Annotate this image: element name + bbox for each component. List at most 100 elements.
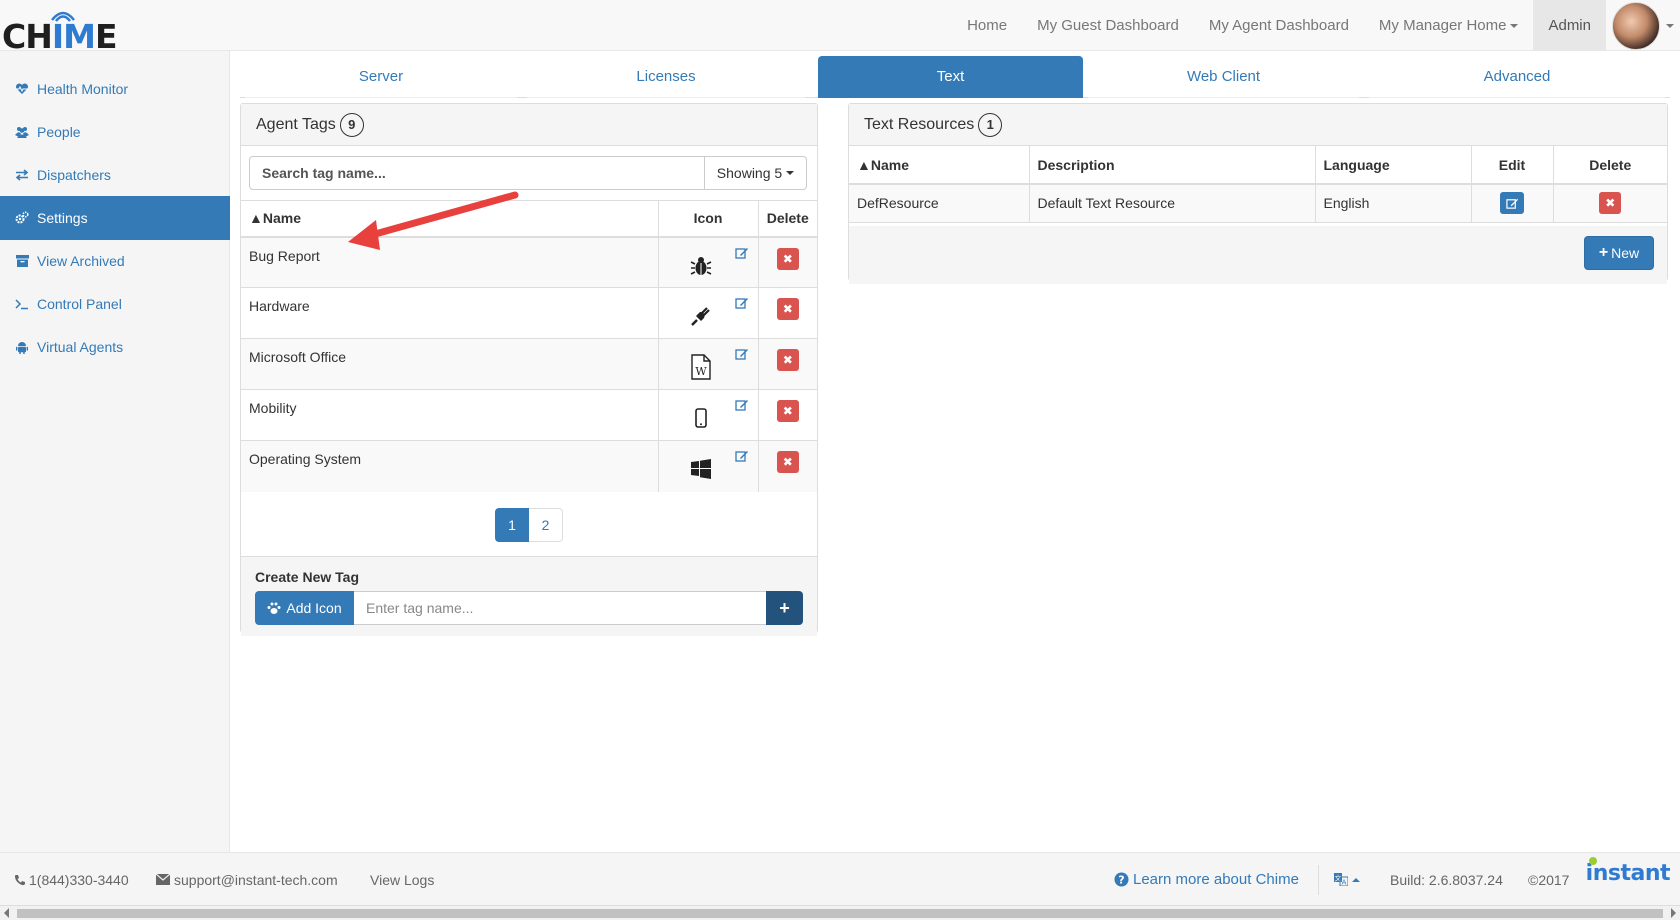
sidebar-item-control-panel[interactable]: Control Panel — [0, 282, 230, 326]
page-link-1[interactable]: 1 — [495, 508, 529, 542]
column-header-name[interactable]: ▲Name — [849, 146, 1029, 185]
add-icon-button[interactable]: Add Icon — [255, 591, 354, 625]
page-link-2[interactable]: 2 — [529, 508, 563, 542]
logo-text: CHIME — [2, 17, 117, 56]
page-footer: 1(844)330-3440 support@instant-tech.com … — [0, 852, 1680, 905]
table-row: Bug Report ✖ — [241, 236, 817, 288]
sidebar-item-health-monitor[interactable]: Health Monitor — [0, 67, 230, 111]
column-header-icon: Icon — [657, 200, 758, 238]
sidebar: Health Monitor People Dispatchers Settin… — [0, 51, 230, 852]
language-selector[interactable]: 文A — [1334, 853, 1360, 906]
nav-manager-home[interactable]: My Manager Home — [1364, 0, 1534, 51]
showing-dropdown[interactable]: Showing 5 — [705, 156, 807, 190]
text-resources-footer: + New — [849, 226, 1667, 284]
nav-admin[interactable]: Admin — [1533, 0, 1606, 51]
sidebar-item-dispatchers[interactable]: Dispatchers — [0, 153, 230, 197]
column-header-delete: Delete — [757, 200, 817, 238]
sidebar-item-label: Control Panel — [37, 296, 122, 312]
tag-search-input[interactable] — [249, 156, 705, 190]
edit-tag-icon[interactable] — [734, 246, 750, 262]
pagination: 1 2 — [495, 508, 563, 542]
resource-description: Default Text Resource — [1028, 184, 1315, 223]
scrollbar-thumb[interactable] — [17, 909, 1663, 918]
edit-tag-icon[interactable] — [734, 296, 750, 312]
delete-tag-button[interactable]: ✖ — [776, 298, 799, 320]
horizontal-scrollbar[interactable] — [0, 905, 1680, 920]
tag-search-group: Showing 5 — [249, 156, 807, 190]
tag-name: Operating System — [241, 440, 658, 492]
users-icon — [15, 125, 29, 139]
heartbeat-icon — [15, 82, 29, 96]
terminal-icon — [15, 297, 29, 311]
language-icon: 文A — [1334, 873, 1348, 886]
delete-tag-button[interactable]: ✖ — [776, 400, 799, 422]
envelope-icon — [156, 874, 170, 885]
edit-icon — [1505, 198, 1518, 209]
count-badge: 1 — [978, 112, 1003, 137]
delete-tag-button[interactable]: ✖ — [776, 349, 799, 371]
svg-text:W: W — [695, 365, 707, 378]
question-circle-icon: ? — [1114, 872, 1129, 887]
footer-divider — [1318, 865, 1319, 895]
count-badge: 9 — [339, 112, 364, 137]
instant-logo[interactable]: instant — [1586, 857, 1671, 886]
table-row: DefResource Default Text Resource Englis… — [849, 184, 1667, 223]
plus-icon: + — [1598, 244, 1609, 261]
learn-more-link[interactable]: ? Learn more about Chime — [1114, 853, 1299, 906]
sidebar-item-view-archived[interactable]: View Archived — [0, 239, 230, 283]
view-logs-link[interactable]: View Logs — [370, 853, 434, 906]
sidebar-item-virtual-agents[interactable]: Virtual Agents — [0, 325, 230, 369]
delete-tag-button[interactable]: ✖ — [776, 247, 799, 270]
delete-resource-button[interactable]: ✖ — [1599, 192, 1622, 215]
sidebar-item-label: Virtual Agents — [37, 339, 124, 355]
scroll-left-icon[interactable] — [4, 908, 9, 918]
column-header-name[interactable]: ▲Name — [241, 200, 658, 238]
nav-guest-dashboard[interactable]: My Guest Dashboard — [1022, 0, 1194, 51]
plug-icon — [687, 302, 715, 330]
nav-home[interactable]: Home — [952, 0, 1022, 51]
top-nav-links: Home My Guest Dashboard My Agent Dashboa… — [952, 0, 1680, 51]
delete-tag-button[interactable]: ✖ — [776, 451, 799, 473]
email-contact[interactable]: support@instant-tech.com — [156, 853, 338, 906]
caret-down-icon — [1510, 24, 1519, 29]
caret-down-icon — [1666, 23, 1674, 28]
edit-tag-icon[interactable] — [734, 398, 750, 414]
paw-icon — [267, 602, 281, 614]
text-resources-header: Text Resources 1 — [849, 104, 1667, 146]
tab-server[interactable]: Server — [240, 56, 522, 98]
windows-icon — [687, 455, 715, 483]
svg-text:A: A — [1342, 879, 1347, 887]
new-resource-button[interactable]: + New — [1584, 236, 1654, 270]
column-header-edit: Edit — [1470, 146, 1553, 185]
tag-name-input[interactable] — [354, 591, 766, 625]
nav-agent-dashboard[interactable]: My Agent Dashboard — [1194, 0, 1364, 51]
column-header-description: Description — [1028, 146, 1315, 185]
tab-text[interactable]: Text — [818, 56, 1083, 98]
sidebar-item-label: People — [37, 124, 81, 140]
caret-down-icon — [786, 171, 795, 175]
tag-name: Mobility — [241, 389, 658, 441]
edit-resource-button[interactable] — [1500, 192, 1524, 215]
user-menu[interactable] — [1606, 0, 1680, 51]
tab-advanced[interactable]: Advanced — [1364, 56, 1670, 98]
exchange-icon — [15, 168, 29, 182]
tab-licenses[interactable]: Licenses — [522, 56, 810, 98]
scroll-right-icon[interactable] — [1671, 908, 1676, 918]
edit-tag-icon[interactable] — [734, 347, 750, 363]
archive-icon — [15, 254, 29, 268]
sidebar-item-people[interactable]: People — [0, 110, 230, 154]
mobile-phone-icon — [687, 404, 715, 432]
add-tag-button[interactable]: + — [766, 591, 803, 625]
table-row: Microsoft Office W ✖ — [241, 338, 817, 390]
tab-web-client[interactable]: Web Client — [1083, 56, 1364, 98]
phone-icon — [15, 874, 25, 885]
sidebar-item-settings[interactable]: Settings — [0, 196, 230, 240]
column-header-language: Language — [1314, 146, 1471, 185]
chime-logo[interactable]: CHIME — [2, 8, 117, 54]
copyright: ©2017 — [1528, 871, 1570, 888]
avatar — [1612, 1, 1660, 50]
table-row: Operating System ✖ — [241, 440, 817, 492]
table-row: Hardware ✖ — [241, 287, 817, 339]
edit-tag-icon[interactable] — [734, 449, 750, 465]
phone-contact[interactable]: 1(844)330-3440 — [14, 853, 129, 906]
